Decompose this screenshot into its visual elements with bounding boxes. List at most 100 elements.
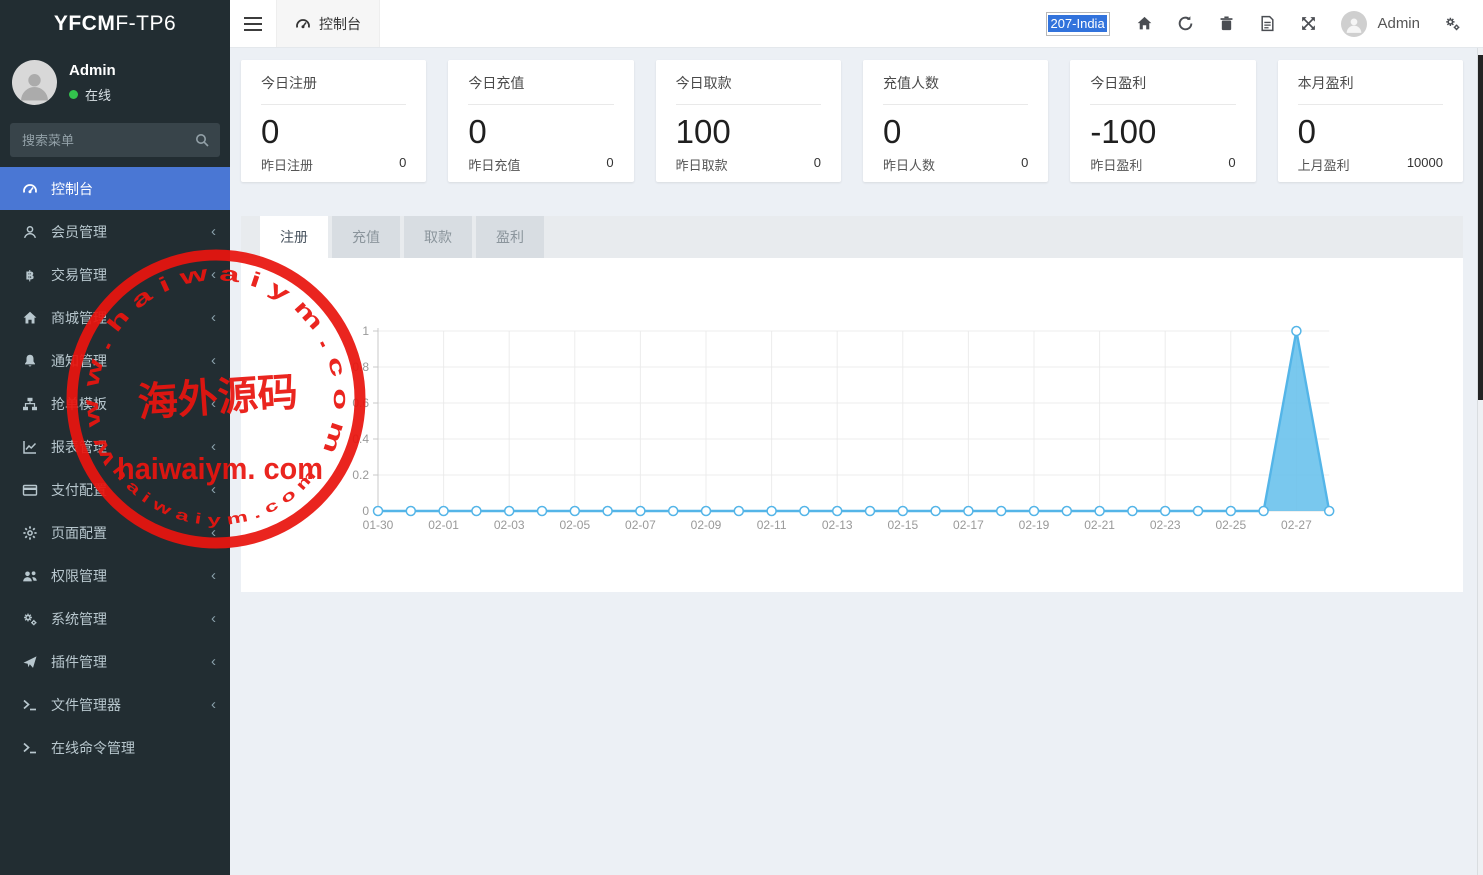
svg-text:02-17: 02-17 bbox=[953, 518, 984, 532]
chart-panel: 00.20.40.60.8101-3002-0102-0302-0502-070… bbox=[241, 258, 1463, 592]
gear-icon bbox=[22, 525, 40, 541]
env-input-value: 207-India bbox=[1048, 15, 1106, 32]
chart-tab-profit[interactable]: 盈利 bbox=[476, 216, 544, 258]
chart-tab-withdraw[interactable]: 取款 bbox=[404, 216, 472, 258]
bitcoin-icon: ฿ bbox=[22, 267, 40, 283]
user-name: Admin bbox=[69, 62, 116, 79]
stat-card-sub-value: 0 bbox=[399, 155, 406, 174]
svg-text:02-15: 02-15 bbox=[887, 518, 918, 532]
sidebar-item-page-config[interactable]: 页面配置‹ bbox=[0, 511, 230, 554]
search-icon[interactable] bbox=[194, 132, 210, 148]
stat-card-month-profit: 本月盈利0上月盈利10000 bbox=[1278, 60, 1463, 182]
trash-icon bbox=[1218, 15, 1235, 32]
chevron-left-icon: ‹ bbox=[211, 353, 216, 368]
svg-text:02-27: 02-27 bbox=[1281, 518, 1312, 532]
svg-text:0.8: 0.8 bbox=[352, 360, 369, 374]
env-input[interactable]: 207-India bbox=[1046, 12, 1110, 36]
svg-text:02-01: 02-01 bbox=[428, 518, 459, 532]
stat-card-value: -100 bbox=[1090, 113, 1235, 151]
settings-button[interactable] bbox=[1432, 0, 1473, 48]
user-panel: Admin 在线 bbox=[0, 48, 230, 119]
user-menu[interactable]: Admin bbox=[1329, 11, 1432, 37]
chart-tab-recharge[interactable]: 充值 bbox=[332, 216, 400, 258]
sidebar-item-label: 插件管理 bbox=[51, 652, 211, 672]
app-logo: YFCMF-TP6 bbox=[0, 0, 230, 48]
stat-card-sub-value: 0 bbox=[1021, 155, 1028, 174]
sidebar-item-label: 系统管理 bbox=[51, 609, 211, 629]
sidebar-item-order-template[interactable]: 抢单模板‹ bbox=[0, 382, 230, 425]
sidebar-item-plugins[interactable]: 插件管理‹ bbox=[0, 640, 230, 683]
sidebar-item-mall[interactable]: 商城管理‹ bbox=[0, 296, 230, 339]
sidebar-item-transactions[interactable]: ฿交易管理‹ bbox=[0, 253, 230, 296]
sidebar-item-permissions[interactable]: 权限管理‹ bbox=[0, 554, 230, 597]
navbar-user-name: Admin bbox=[1377, 15, 1420, 32]
tab-console[interactable]: 控制台 bbox=[276, 0, 380, 47]
trash-button[interactable] bbox=[1206, 0, 1247, 48]
stat-card-title: 今日充值 bbox=[468, 73, 613, 105]
search-input[interactable] bbox=[10, 123, 220, 157]
fullscreen-icon bbox=[1300, 15, 1317, 32]
stat-card-value: 100 bbox=[676, 113, 821, 151]
svg-text:02-13: 02-13 bbox=[822, 518, 853, 532]
navbar-actions: 207-India Admin bbox=[1046, 0, 1483, 47]
stat-card-value: 0 bbox=[883, 113, 1028, 151]
sidebar-item-reports[interactable]: 报表管理‹ bbox=[0, 425, 230, 468]
chevron-left-icon: ‹ bbox=[211, 697, 216, 712]
svg-text:02-05: 02-05 bbox=[559, 518, 590, 532]
sidebar-search bbox=[10, 123, 220, 157]
stat-card-sub-value: 0 bbox=[1228, 155, 1235, 174]
online-dot-icon bbox=[69, 90, 78, 99]
sidebar-item-label: 文件管理器 bbox=[51, 695, 211, 715]
stat-card-today-recharge: 今日充值0昨日充值0 bbox=[448, 60, 633, 182]
sidebar: YFCMF-TP6 Admin 在线 控制台会员管理‹฿交易管理‹商城管理‹通知… bbox=[0, 0, 230, 875]
sitemap-icon bbox=[22, 396, 40, 412]
terminal-icon bbox=[22, 697, 40, 713]
app-title-rest: F-TP6 bbox=[115, 12, 176, 36]
sidebar-item-label: 通知管理 bbox=[51, 351, 211, 371]
sidebar-item-label: 会员管理 bbox=[51, 222, 211, 242]
sidebar-item-online-commands[interactable]: 在线命令管理 bbox=[0, 726, 230, 769]
stat-card-value: 0 bbox=[1298, 113, 1443, 151]
stat-card-sub-value: 10000 bbox=[1407, 155, 1443, 174]
sidebar-item-label: 商城管理 bbox=[51, 308, 211, 328]
stat-card-recharge-users: 充值人数0昨日人数0 bbox=[863, 60, 1048, 182]
gears-icon bbox=[22, 611, 40, 627]
app-title-bold: YFCM bbox=[54, 12, 116, 36]
language-button[interactable] bbox=[1247, 0, 1288, 48]
main-content: 今日注册0昨日注册0今日充值0昨日充值0今日取款100昨日取款0充值人数0昨日人… bbox=[230, 48, 1483, 875]
chevron-left-icon: ‹ bbox=[211, 482, 216, 497]
stat-card-title: 本月盈利 bbox=[1298, 73, 1443, 105]
stat-card-sub-label: 昨日人数 bbox=[883, 155, 935, 174]
stat-card-today-register: 今日注册0昨日注册0 bbox=[241, 60, 426, 182]
sidebar-item-label: 控制台 bbox=[51, 179, 216, 199]
sidebar-item-console[interactable]: 控制台 bbox=[0, 167, 230, 210]
person-icon bbox=[1345, 15, 1363, 35]
sidebar-item-label: 报表管理 bbox=[51, 437, 211, 457]
sidebar-item-file-manager[interactable]: 文件管理器‹ bbox=[0, 683, 230, 726]
navbar-avatar bbox=[1341, 11, 1367, 37]
chart-tab-strip: 注册充值取款盈利 bbox=[241, 216, 1463, 258]
chevron-left-icon: ‹ bbox=[211, 611, 216, 626]
sidebar-toggle-button[interactable] bbox=[230, 0, 276, 47]
svg-text:฿: ฿ bbox=[26, 267, 35, 282]
sidebar-item-payment-config[interactable]: 支付配置‹ bbox=[0, 468, 230, 511]
home-button[interactable] bbox=[1124, 0, 1165, 48]
stat-card-sub-label: 昨日注册 bbox=[261, 155, 313, 174]
sidebar-item-notifications[interactable]: 通知管理‹ bbox=[0, 339, 230, 382]
scrollbar[interactable] bbox=[1477, 48, 1483, 875]
users-icon bbox=[22, 568, 40, 584]
sidebar-item-members[interactable]: 会员管理‹ bbox=[0, 210, 230, 253]
sidebar-item-system[interactable]: 系统管理‹ bbox=[0, 597, 230, 640]
chart-tab-register[interactable]: 注册 bbox=[260, 216, 328, 258]
gauge-icon bbox=[295, 16, 311, 32]
fullscreen-button[interactable] bbox=[1288, 0, 1329, 48]
stat-card-sub-label: 昨日取款 bbox=[676, 155, 728, 174]
svg-text:02-23: 02-23 bbox=[1150, 518, 1181, 532]
stat-card-sub-value: 0 bbox=[606, 155, 613, 174]
chevron-left-icon: ‹ bbox=[211, 568, 216, 583]
terminal-icon bbox=[22, 740, 40, 756]
user-status: 在线 bbox=[69, 85, 116, 104]
refresh-button[interactable] bbox=[1165, 0, 1206, 48]
scrollbar-thumb[interactable] bbox=[1478, 55, 1483, 400]
avatar bbox=[12, 60, 57, 105]
